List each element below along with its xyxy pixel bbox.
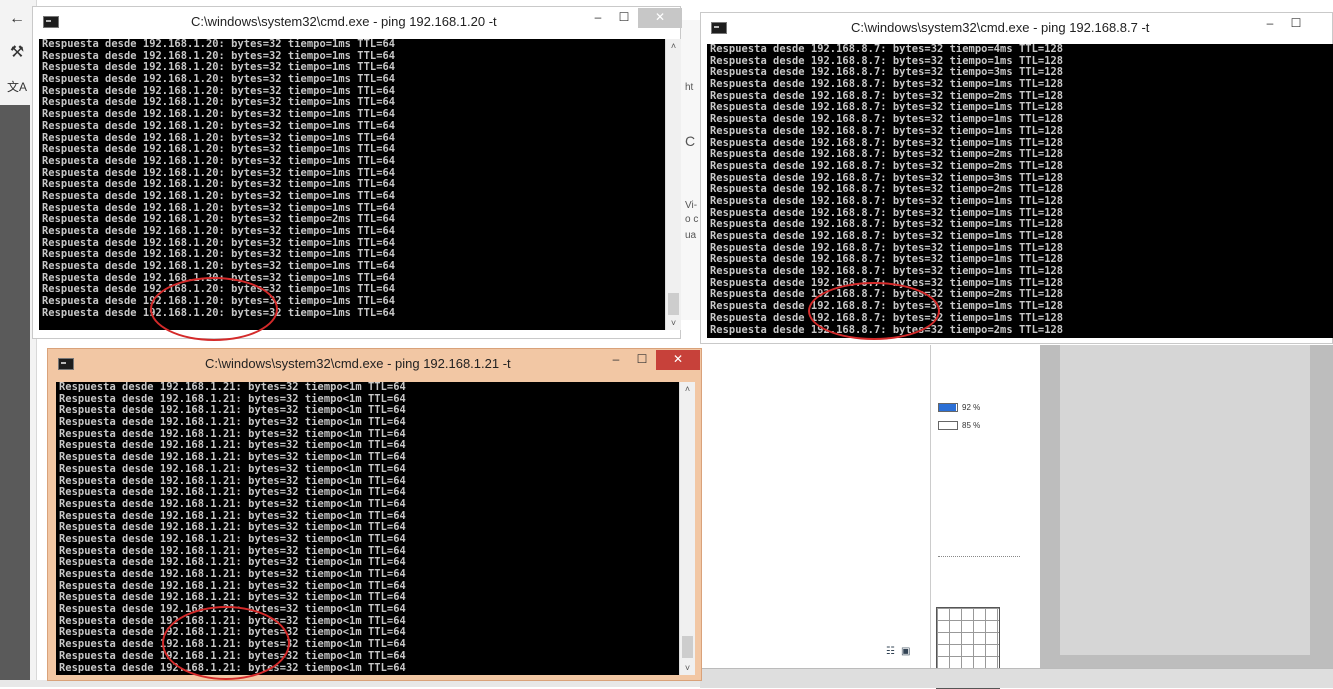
vertical-scrollbar[interactable]: ˄ ˅	[665, 39, 681, 330]
cmd-window-ping-192-168-1-21[interactable]: C:\windows\system32\cmd.exe - ping 192.1…	[47, 348, 702, 681]
console-line: Respuesta desde 192.168.8.7: bytes=32 ti…	[710, 311, 1064, 324]
minimize-button[interactable]: –	[586, 8, 610, 28]
maximize-button[interactable]: ☐	[612, 8, 636, 28]
console-line: Respuesta desde 192.168.1.20: bytes=32 t…	[42, 39, 396, 50]
console-line: Respuesta desde 192.168.8.7: bytes=32 ti…	[710, 230, 1064, 242]
console-line: Respuesta desde 192.168.1.20: bytes=32 t…	[42, 189, 396, 202]
console-line: Respuesta desde 192.168.1.21: bytes=32 t…	[59, 382, 406, 393]
scroll-up-arrow-icon[interactable]: ˄	[680, 382, 695, 396]
minimize-button[interactable]: –	[1258, 14, 1282, 34]
background-document-area	[700, 345, 931, 665]
console-line: Respuesta desde 192.168.1.20: bytes=32 t…	[42, 225, 396, 237]
console-line: Respuesta desde 192.168.8.7: bytes=32 ti…	[710, 124, 1064, 137]
percent-bar-fill	[939, 422, 955, 429]
console-line: Respuesta desde 192.168.1.21: bytes=32 t…	[59, 462, 406, 475]
background-sidebar	[0, 105, 30, 687]
fragment-text: ua	[685, 230, 697, 241]
console-line: Respuesta desde 192.168.8.7: bytes=32 ti…	[710, 44, 1064, 55]
background-bottom-strip	[0, 680, 700, 687]
console-output[interactable]: Respuesta desde 192.168.8.7: bytes=32 ti…	[707, 44, 1333, 338]
maximize-button[interactable]: ☐	[630, 350, 654, 370]
console-line: Respuesta desde 192.168.1.20: bytes=32 t…	[42, 260, 396, 273]
console-line: Respuesta desde 192.168.1.21: bytes=32 t…	[59, 568, 406, 580]
image-view-icon[interactable]: ▣	[901, 646, 910, 657]
console-line: Respuesta desde 192.168.8.7: bytes=32 ti…	[710, 159, 1064, 172]
console-line: Respuesta desde 192.168.1.21: bytes=32 t…	[59, 532, 406, 545]
cmd-icon	[43, 16, 59, 28]
fragment-text: o c	[685, 214, 699, 225]
back-arrow-icon[interactable]: ←	[6, 8, 28, 30]
window-titlebar[interactable]: C:\windows\system32\cmd.exe - ping 192.1…	[701, 13, 1332, 43]
maximize-button[interactable]: ☐	[1284, 14, 1308, 34]
percent-bar-fill	[939, 404, 956, 411]
console-line: Respuesta desde 192.168.1.20: bytes=32 t…	[42, 154, 396, 167]
percent-row: 92 %	[938, 403, 980, 412]
close-button[interactable]: ✕	[638, 8, 682, 28]
scroll-down-arrow-icon[interactable]: ˅	[666, 316, 681, 330]
console-output[interactable]: Respuesta desde 192.168.1.20: bytes=32 t…	[39, 39, 665, 330]
list-view-icon[interactable]: ☷	[886, 646, 895, 657]
percent-bar	[938, 403, 958, 412]
cmd-icon	[711, 22, 727, 34]
console-line: Respuesta desde 192.168.1.21: bytes=32 t…	[59, 603, 406, 616]
scroll-down-arrow-icon[interactable]: ˅	[680, 661, 695, 675]
translate-icon[interactable]: 文A	[6, 76, 28, 98]
fragment-text: ht	[685, 82, 694, 93]
console-line: Respuesta desde 192.168.1.21: bytes=32 t…	[59, 497, 406, 510]
fragment-text: C	[685, 133, 696, 149]
cmd-window-ping-192-168-1-20[interactable]: C:\windows\system32\cmd.exe - ping 192.1…	[32, 6, 682, 339]
window-titlebar[interactable]: C:\windows\system32\cmd.exe - ping 192.1…	[33, 7, 682, 37]
scroll-thumb[interactable]	[668, 293, 679, 315]
cmd-icon	[58, 358, 74, 370]
background-grey-inner	[1060, 345, 1310, 655]
console-line: Respuesta desde 192.168.8.7: bytes=32 ti…	[710, 194, 1064, 207]
console-line: Respuesta desde 192.168.1.20: bytes=32 t…	[42, 306, 396, 319]
fragment-text: Vi-	[685, 200, 698, 211]
console-line: Respuesta desde 192.168.8.7: bytes=32 ti…	[710, 265, 1064, 278]
percent-bar	[938, 421, 958, 430]
percent-label: 92 %	[962, 403, 981, 412]
window-title: C:\windows\system32\cmd.exe - ping 192.1…	[191, 14, 497, 29]
dotted-separator	[938, 556, 1020, 557]
view-icons: ☷ ▣	[886, 646, 910, 657]
background-bottom-bar	[700, 668, 1333, 688]
minimize-button[interactable]: –	[604, 350, 628, 370]
console-line: Respuesta desde 192.168.8.7: bytes=32 ti…	[710, 323, 1064, 336]
window-title: C:\windows\system32\cmd.exe - ping 192.1…	[851, 20, 1150, 35]
percent-row: 85 %	[938, 421, 980, 430]
paintbrush-icon[interactable]: ⚒	[6, 42, 28, 64]
console-line: Respuesta desde 192.168.1.21: bytes=32 t…	[59, 416, 406, 429]
console-line: Respuesta desde 192.168.1.20: bytes=32 t…	[42, 119, 396, 132]
close-button[interactable]: ✕	[656, 350, 700, 370]
cmd-window-ping-192-168-8-7[interactable]: C:\windows\system32\cmd.exe - ping 192.1…	[700, 12, 1333, 344]
console-output[interactable]: Respuesta desde 192.168.1.21: bytes=32 t…	[56, 382, 679, 675]
console-line: Respuesta desde 192.168.1.21: bytes=32 t…	[59, 649, 406, 662]
vertical-scrollbar[interactable]: ˄ ˅	[679, 382, 695, 675]
scroll-thumb[interactable]	[682, 636, 693, 658]
console-line: Respuesta desde 192.168.8.7: bytes=32 ti…	[710, 78, 1064, 91]
console-line: Respuesta desde 192.168.1.21: bytes=32 t…	[59, 661, 406, 674]
window-titlebar[interactable]: C:\windows\system32\cmd.exe - ping 192.1…	[48, 349, 701, 379]
window-title: C:\windows\system32\cmd.exe - ping 192.1…	[205, 356, 511, 371]
scroll-up-arrow-icon[interactable]: ˄	[666, 39, 681, 53]
percent-label: 85 %	[962, 421, 981, 430]
console-line: Respuesta desde 192.168.1.20: bytes=32 t…	[42, 73, 396, 86]
